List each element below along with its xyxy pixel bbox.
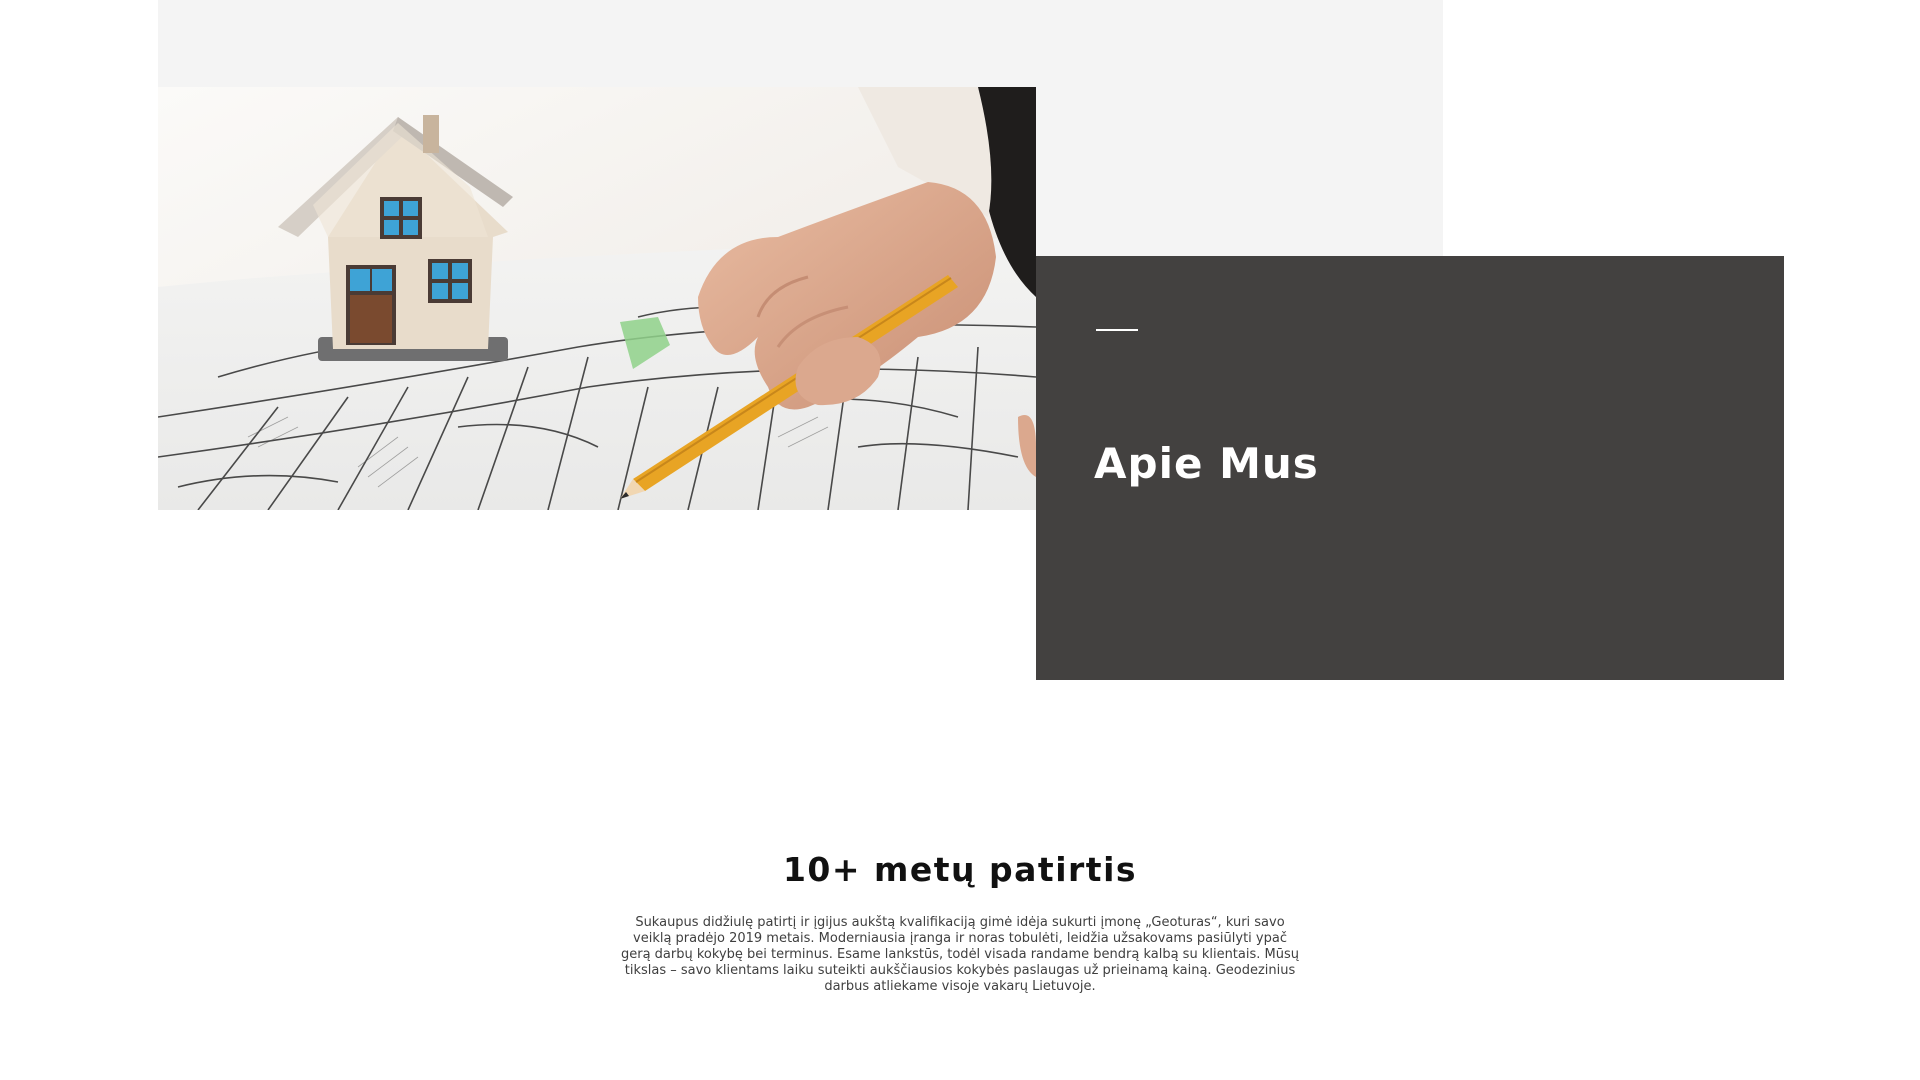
about-title: Apie Mus [1094, 439, 1319, 488]
experience-heading: 10+ metų patirtis [782, 850, 1138, 889]
page: Apie Mus 10+ metų patirtis Sukaupus didž… [0, 0, 1920, 1080]
about-card: Apie Mus [1036, 256, 1784, 680]
accent-line [1096, 329, 1138, 331]
hero-image-house-on-map [158, 87, 1036, 510]
experience-section: 10+ metų patirtis Sukaupus didžiulę pati… [0, 850, 1920, 995]
experience-description: Sukaupus didžiulę patirtį ir įgijus aukš… [620, 915, 1299, 994]
house-map-illustration [158, 87, 1036, 510]
